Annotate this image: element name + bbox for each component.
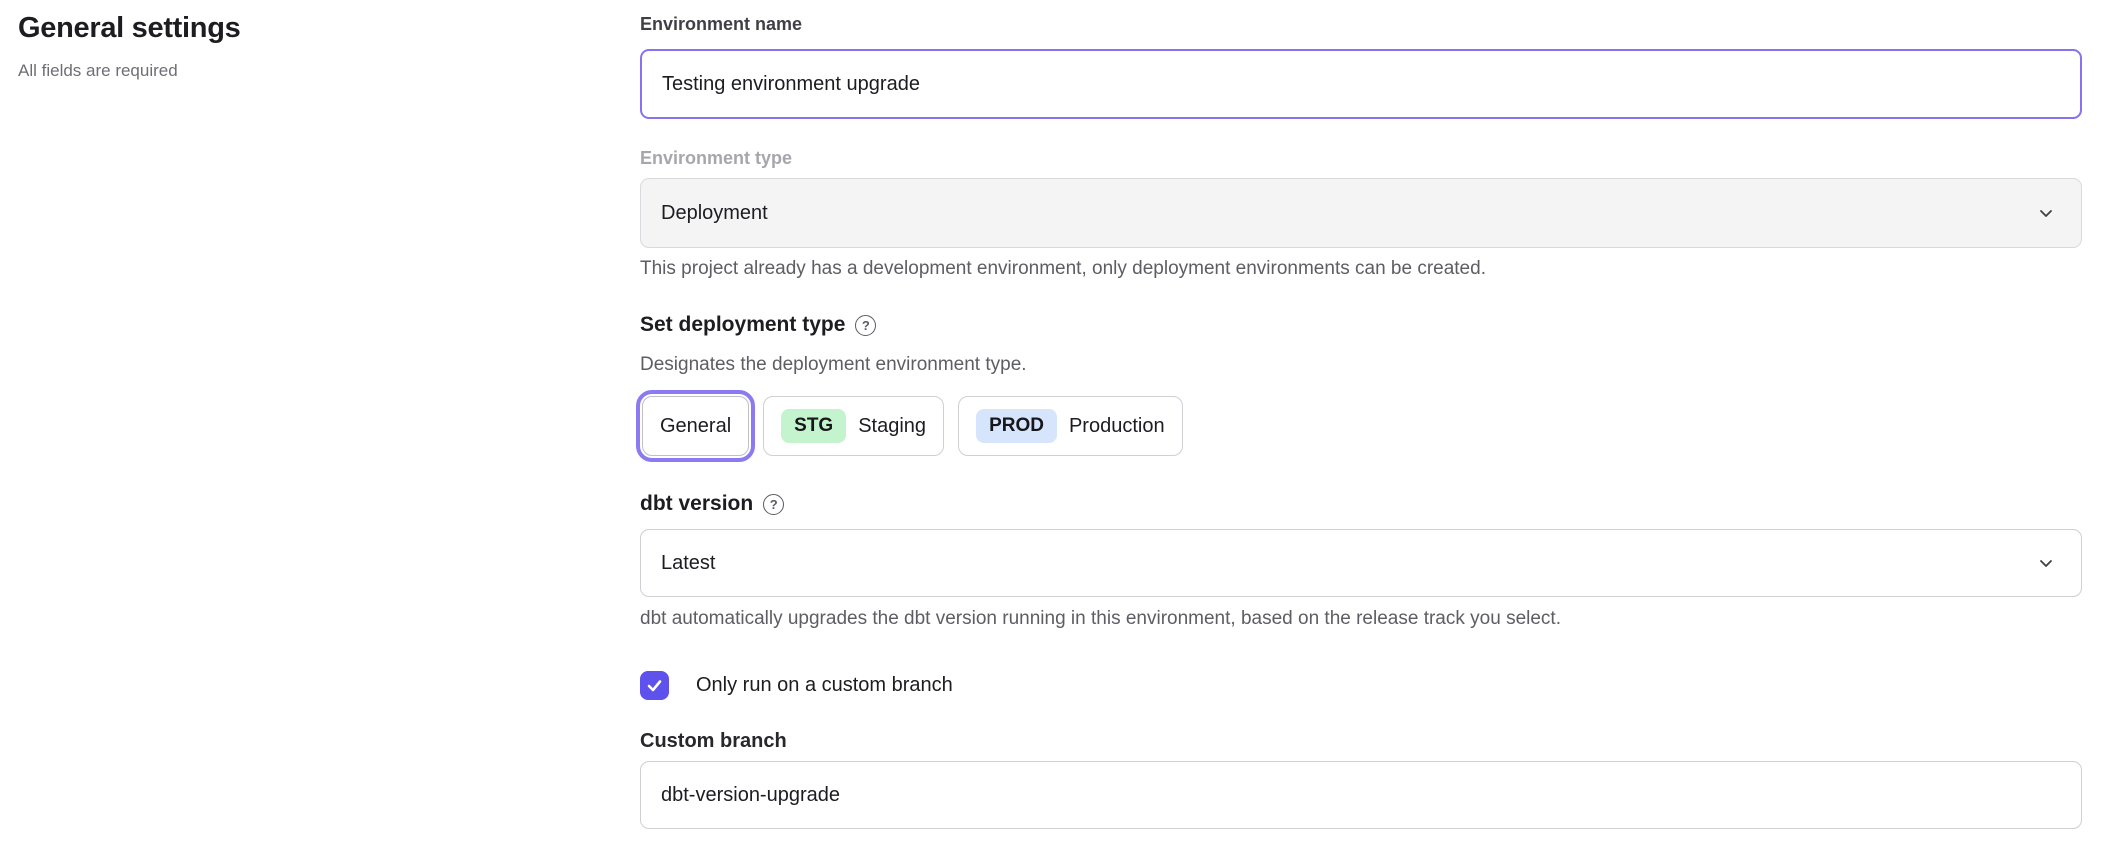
deployment-type-general-button[interactable]: General — [642, 396, 749, 456]
deployment-type-helper: Designates the deployment environment ty… — [640, 354, 1027, 376]
custom-branch-toggle-label[interactable]: Only run on a custom branch — [696, 674, 953, 697]
dbt-version-value: Latest — [661, 552, 715, 575]
dbt-version-helper: dbt automatically upgrades the dbt versi… — [640, 608, 1561, 630]
custom-branch-input[interactable] — [640, 761, 2082, 829]
environment-type-helper: This project already has a development e… — [640, 258, 1486, 280]
checkmark-icon — [645, 676, 664, 695]
custom-branch-label: Custom branch — [640, 730, 787, 753]
page-header: General settings All fields are required — [18, 12, 240, 81]
chevron-down-icon — [2037, 554, 2055, 572]
chevron-down-icon — [2037, 204, 2055, 222]
environment-name-label: Environment name — [640, 14, 802, 35]
dbt-version-select[interactable]: Latest — [640, 529, 2082, 597]
deployment-type-options: General STG Staging PROD Production — [642, 396, 1183, 456]
deployment-type-production-button[interactable]: PROD Production — [958, 396, 1183, 456]
deployment-type-staging-button[interactable]: STG Staging — [763, 396, 944, 456]
page-subtitle: All fields are required — [18, 61, 240, 81]
environment-type-select: Deployment — [640, 178, 2082, 248]
custom-branch-checkbox[interactable] — [640, 671, 669, 700]
environment-name-input[interactable] — [640, 49, 2082, 119]
custom-branch-toggle-row: Only run on a custom branch — [640, 671, 953, 700]
staging-badge: STG — [781, 409, 846, 443]
production-badge: PROD — [976, 409, 1057, 443]
help-icon[interactable]: ? — [763, 494, 784, 515]
deployment-type-label: Set deployment type ? — [640, 313, 876, 337]
dbt-version-label: dbt version ? — [640, 492, 784, 516]
environment-type-label: Environment type — [640, 148, 792, 169]
page-title: General settings — [18, 12, 240, 45]
general-settings-form: Environment name Environment type Deploy… — [640, 0, 2082, 864]
environment-settings-page: General settings All fields are required… — [0, 0, 2116, 864]
environment-type-value: Deployment — [661, 202, 768, 225]
help-icon[interactable]: ? — [855, 315, 876, 336]
